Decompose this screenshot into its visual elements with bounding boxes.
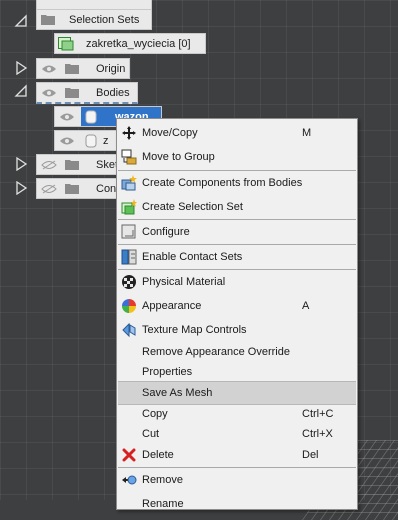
tree-node-body-second[interactable]: z xyxy=(54,130,122,151)
collapse-triangle-icon[interactable] xyxy=(14,14,28,28)
eye-icon[interactable] xyxy=(59,136,75,146)
menu-item-configure[interactable]: Configure xyxy=(118,221,356,243)
delete-shortcut: Del xyxy=(302,449,319,461)
menu-item-save-as-mesh[interactable]: Save As Mesh xyxy=(118,381,356,405)
menu-item-move-to-group[interactable]: Move to Group xyxy=(118,146,356,168)
eye-hidden-icon[interactable] xyxy=(41,184,57,194)
second-body-label: z xyxy=(103,134,109,147)
origin-label: Origin xyxy=(96,62,126,75)
contact-sets-icon xyxy=(121,249,137,265)
create-components-icon xyxy=(121,175,137,191)
expand-triangle-icon[interactable] xyxy=(14,61,28,75)
tree-node-selection-sets[interactable]: Selection Sets xyxy=(36,9,152,30)
menu-item-physical-material[interactable]: Physical Material xyxy=(118,271,356,293)
create-selection-set-icon xyxy=(121,199,137,215)
move-copy-shortcut: M xyxy=(302,127,312,139)
configure-label: Configure xyxy=(142,226,190,238)
appearance-icon xyxy=(122,299,136,313)
menu-item-enable-contact-sets[interactable]: Enable Contact Sets xyxy=(118,246,356,268)
folder-icon xyxy=(65,64,79,74)
eye-icon[interactable] xyxy=(41,64,57,74)
menu-item-move-copy[interactable]: Move/Copy M xyxy=(118,122,356,144)
menu-item-appearance[interactable]: Appearance A xyxy=(118,295,356,317)
copy-shortcut: Ctrl+C xyxy=(302,408,334,420)
menu-item-create-components[interactable]: Create Components from Bodies xyxy=(118,172,356,194)
remove-label: Remove xyxy=(142,474,183,486)
physical-material-icon xyxy=(122,275,136,289)
menu-item-cut[interactable]: Cut Ctrl+X xyxy=(118,423,356,445)
eye-hidden-icon[interactable] xyxy=(41,160,57,170)
eye-icon[interactable] xyxy=(41,88,57,98)
menu-item-properties[interactable]: Properties xyxy=(118,361,356,383)
folder-icon xyxy=(65,160,79,170)
menu-separator xyxy=(118,244,356,245)
selection-sets-label: Selection Sets xyxy=(69,13,140,26)
menu-item-create-selection-set[interactable]: Create Selection Set xyxy=(118,196,356,218)
enable-contact-sets-label: Enable Contact Sets xyxy=(142,251,243,263)
move-arrows-icon xyxy=(122,126,136,140)
menu-separator xyxy=(118,170,356,171)
menu-item-rename[interactable]: Rename xyxy=(118,491,356,509)
sketches-label: Sket xyxy=(96,158,119,171)
bodies-label: Bodies xyxy=(96,86,130,99)
menu-item-copy[interactable]: Copy Ctrl+C xyxy=(118,403,356,425)
copy-label: Copy xyxy=(142,408,168,420)
move-to-group-icon xyxy=(121,149,137,165)
create-selection-set-label: Create Selection Set xyxy=(142,201,243,213)
collapse-triangle-icon[interactable] xyxy=(14,84,28,98)
create-components-label: Create Components from Bodies xyxy=(142,177,303,189)
tree-node-selection-set-item[interactable]: zakretka_wyciecia [0] xyxy=(54,33,206,54)
menu-separator xyxy=(118,219,356,220)
menu-item-remove-appearance-override[interactable]: Remove Appearance Override xyxy=(118,341,356,363)
texture-map-icon xyxy=(122,322,136,338)
save-as-mesh-label: Save As Mesh xyxy=(142,387,213,399)
appearance-label: Appearance xyxy=(142,300,202,312)
remove-appearance-override-label: Remove Appearance Override xyxy=(142,346,290,358)
selection-set-icon xyxy=(58,36,74,50)
menu-separator xyxy=(118,269,356,270)
move-copy-label: Move/Copy xyxy=(142,127,198,139)
folder-icon xyxy=(65,184,79,194)
texture-map-controls-label: Texture Map Controls xyxy=(142,324,247,336)
delete-x-icon xyxy=(122,448,136,462)
tree-node-origin[interactable]: Origin xyxy=(36,58,130,79)
expand-triangle-icon[interactable] xyxy=(14,181,28,195)
selection-set-label: zakretka_wyciecia [0] xyxy=(86,37,191,50)
expand-triangle-icon[interactable] xyxy=(14,157,28,171)
delete-label: Delete xyxy=(142,449,174,461)
body-icon xyxy=(85,110,97,123)
folder-icon xyxy=(41,15,55,25)
menu-item-delete[interactable]: Delete Del xyxy=(118,444,356,466)
appearance-shortcut: A xyxy=(302,300,310,312)
cut-shortcut: Ctrl+X xyxy=(302,428,333,440)
tree-node-sketches[interactable]: Sket xyxy=(36,154,128,175)
cut-label: Cut xyxy=(142,428,160,440)
tree-node-bodies[interactable]: Bodies xyxy=(36,82,138,104)
remove-icon xyxy=(122,475,137,485)
menu-separator xyxy=(118,467,356,468)
configure-icon xyxy=(121,224,136,239)
tree-node-construction[interactable]: Cons xyxy=(36,178,128,199)
body-icon xyxy=(85,134,97,147)
menu-item-texture-map-controls[interactable]: Texture Map Controls xyxy=(118,319,356,341)
move-to-group-label: Move to Group xyxy=(142,151,215,163)
context-menu: Move/Copy M Move to Group Create Compone… xyxy=(116,118,358,510)
physical-material-label: Physical Material xyxy=(142,276,226,288)
folder-icon xyxy=(65,88,79,98)
properties-label: Properties xyxy=(142,366,193,378)
eye-icon[interactable] xyxy=(59,112,75,122)
menu-item-remove[interactable]: Remove xyxy=(118,469,356,491)
